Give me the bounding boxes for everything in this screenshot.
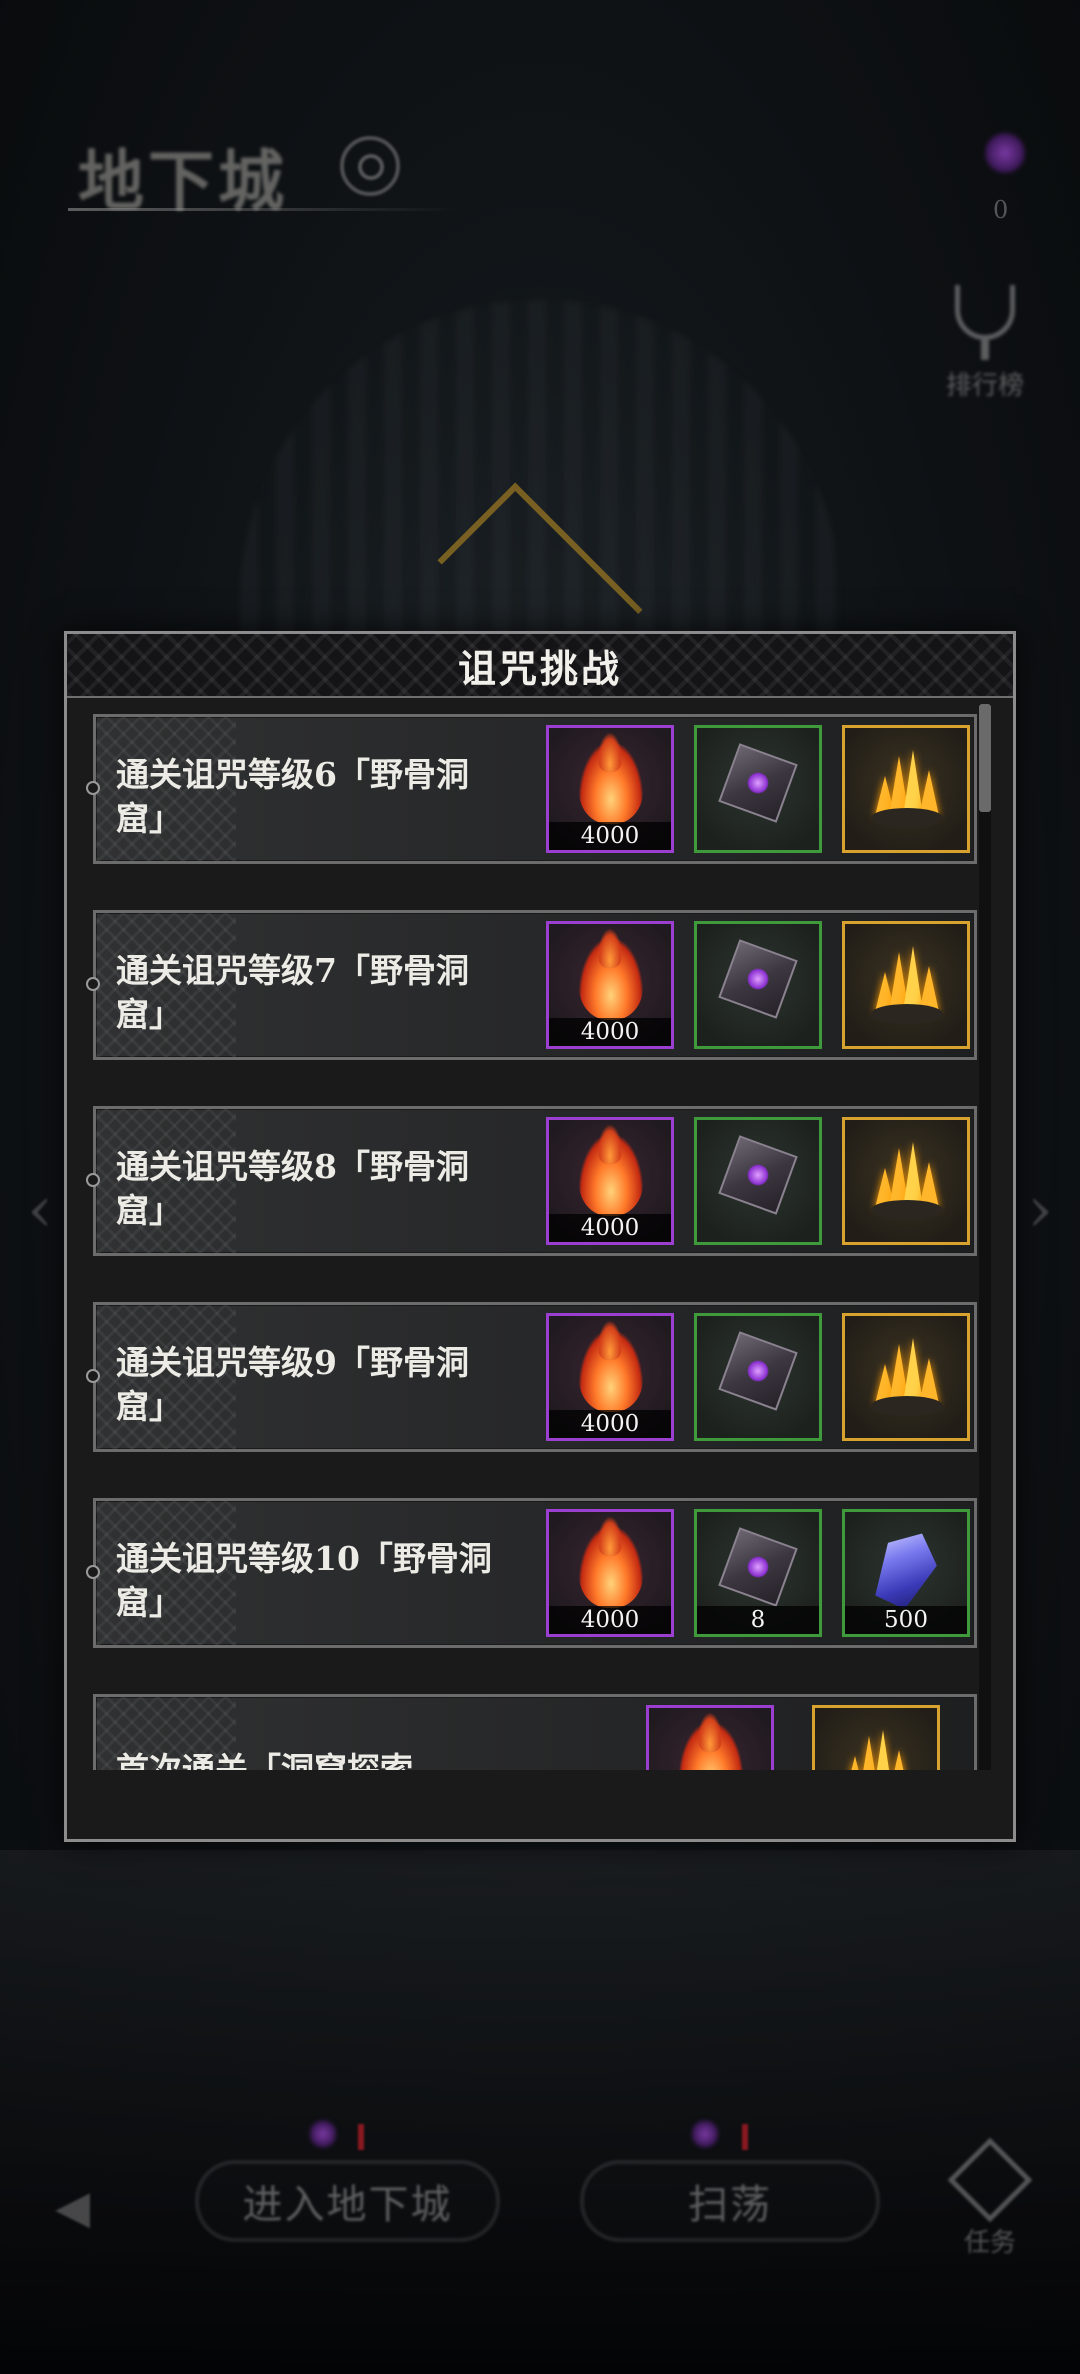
- challenge-description: 通关诅咒等级9「野骨洞窟」: [116, 1343, 469, 1426]
- gold-crystal-icon: [841, 1722, 913, 1770]
- reward-slot[interactable]: [842, 1117, 970, 1245]
- challenge-description: 通关诅咒等级10「野骨洞窟」: [116, 1539, 492, 1622]
- reward-slot[interactable]: [694, 921, 822, 1049]
- row-bullet-icon: [86, 977, 100, 991]
- reward-slot[interactable]: 500: [842, 1509, 970, 1637]
- reward-slot[interactable]: 4000: [546, 1117, 674, 1245]
- reward-slot[interactable]: [842, 725, 970, 853]
- challenge-description: 通关诅咒等级8「野骨洞窟」: [116, 1147, 469, 1230]
- reward-slot[interactable]: [694, 1117, 822, 1245]
- reward-slot[interactable]: [694, 1313, 822, 1441]
- flame-icon: [579, 1320, 643, 1412]
- gold-crystal-icon: [871, 742, 943, 834]
- flame-icon: [579, 1124, 643, 1216]
- row-bullet-icon: [86, 1565, 100, 1579]
- challenge-description: 通关诅咒等级7「野骨洞窟」: [116, 951, 469, 1034]
- scrollbar-track[interactable]: [979, 704, 991, 1770]
- reward-slot[interactable]: [694, 725, 822, 853]
- challenge-row: 首次通关「洞窟探索: [93, 1694, 977, 1770]
- gold-crystal-icon: [871, 938, 943, 1030]
- reward-slot[interactable]: 4000: [546, 921, 674, 1049]
- gold-crystal-icon: [871, 1134, 943, 1226]
- row-bullet-icon: [86, 1369, 100, 1383]
- reward-slot[interactable]: [812, 1705, 940, 1770]
- reward-slot[interactable]: 4000: [546, 1313, 674, 1441]
- reward-count: 4000: [549, 1606, 671, 1634]
- flame-icon: [579, 928, 643, 1020]
- reward-slot[interactable]: 4000: [546, 725, 674, 853]
- reward-slot[interactable]: [842, 1313, 970, 1441]
- rune-cube-icon: [718, 939, 798, 1019]
- blue-crystal-icon: [865, 1522, 946, 1614]
- reward-slot[interactable]: 8: [694, 1509, 822, 1637]
- flame-icon: [679, 1712, 743, 1770]
- reward-count: 4000: [549, 1410, 671, 1438]
- reward-count: 4000: [549, 1018, 671, 1046]
- row-bullet-icon: [86, 781, 100, 795]
- reward-count: 4000: [549, 1214, 671, 1242]
- rune-cube-icon: [718, 1135, 798, 1215]
- dialog-title: 诅咒挑战: [457, 645, 622, 691]
- challenge-description: 通关诅咒等级6「野骨洞窟」: [116, 755, 469, 838]
- rune-cube-icon: [718, 743, 798, 823]
- reward-slot[interactable]: 4000: [546, 1509, 674, 1637]
- reward-count: 4000: [549, 822, 671, 850]
- curse-challenge-dialog: 诅咒挑战 通关诅咒等级6「野骨洞窟」 4000 通关诅咒等级7「野骨洞窟」 40…: [64, 631, 1016, 1842]
- challenge-row: 通关诅咒等级9「野骨洞窟」 4000: [86, 1302, 977, 1452]
- challenge-row: 通关诅咒等级6「野骨洞窟」 4000: [86, 714, 977, 864]
- challenge-list[interactable]: 通关诅咒等级6「野骨洞窟」 4000 通关诅咒等级7「野骨洞窟」 4000 通关…: [67, 700, 1013, 1770]
- reward-slot[interactable]: [842, 921, 970, 1049]
- reward-slot[interactable]: [646, 1705, 774, 1770]
- reward-count: 500: [845, 1606, 967, 1634]
- scrollbar-thumb[interactable]: [979, 704, 991, 812]
- gold-crystal-icon: [871, 1330, 943, 1422]
- challenge-row: 通关诅咒等级7「野骨洞窟」 4000: [86, 910, 977, 1060]
- challenge-row: 通关诅咒等级8「野骨洞窟」 4000: [86, 1106, 977, 1256]
- row-bullet-icon: [86, 1173, 100, 1187]
- challenge-row: 通关诅咒等级10「野骨洞窟」 4000 8 500: [86, 1498, 977, 1648]
- dialog-header: 诅咒挑战: [67, 634, 1013, 698]
- flame-icon: [579, 732, 643, 824]
- challenge-description: 首次通关「洞窟探索: [116, 1750, 413, 1770]
- rune-cube-icon: [718, 1527, 798, 1607]
- rune-cube-icon: [718, 1331, 798, 1411]
- flame-icon: [579, 1516, 643, 1608]
- reward-count: 8: [697, 1606, 819, 1634]
